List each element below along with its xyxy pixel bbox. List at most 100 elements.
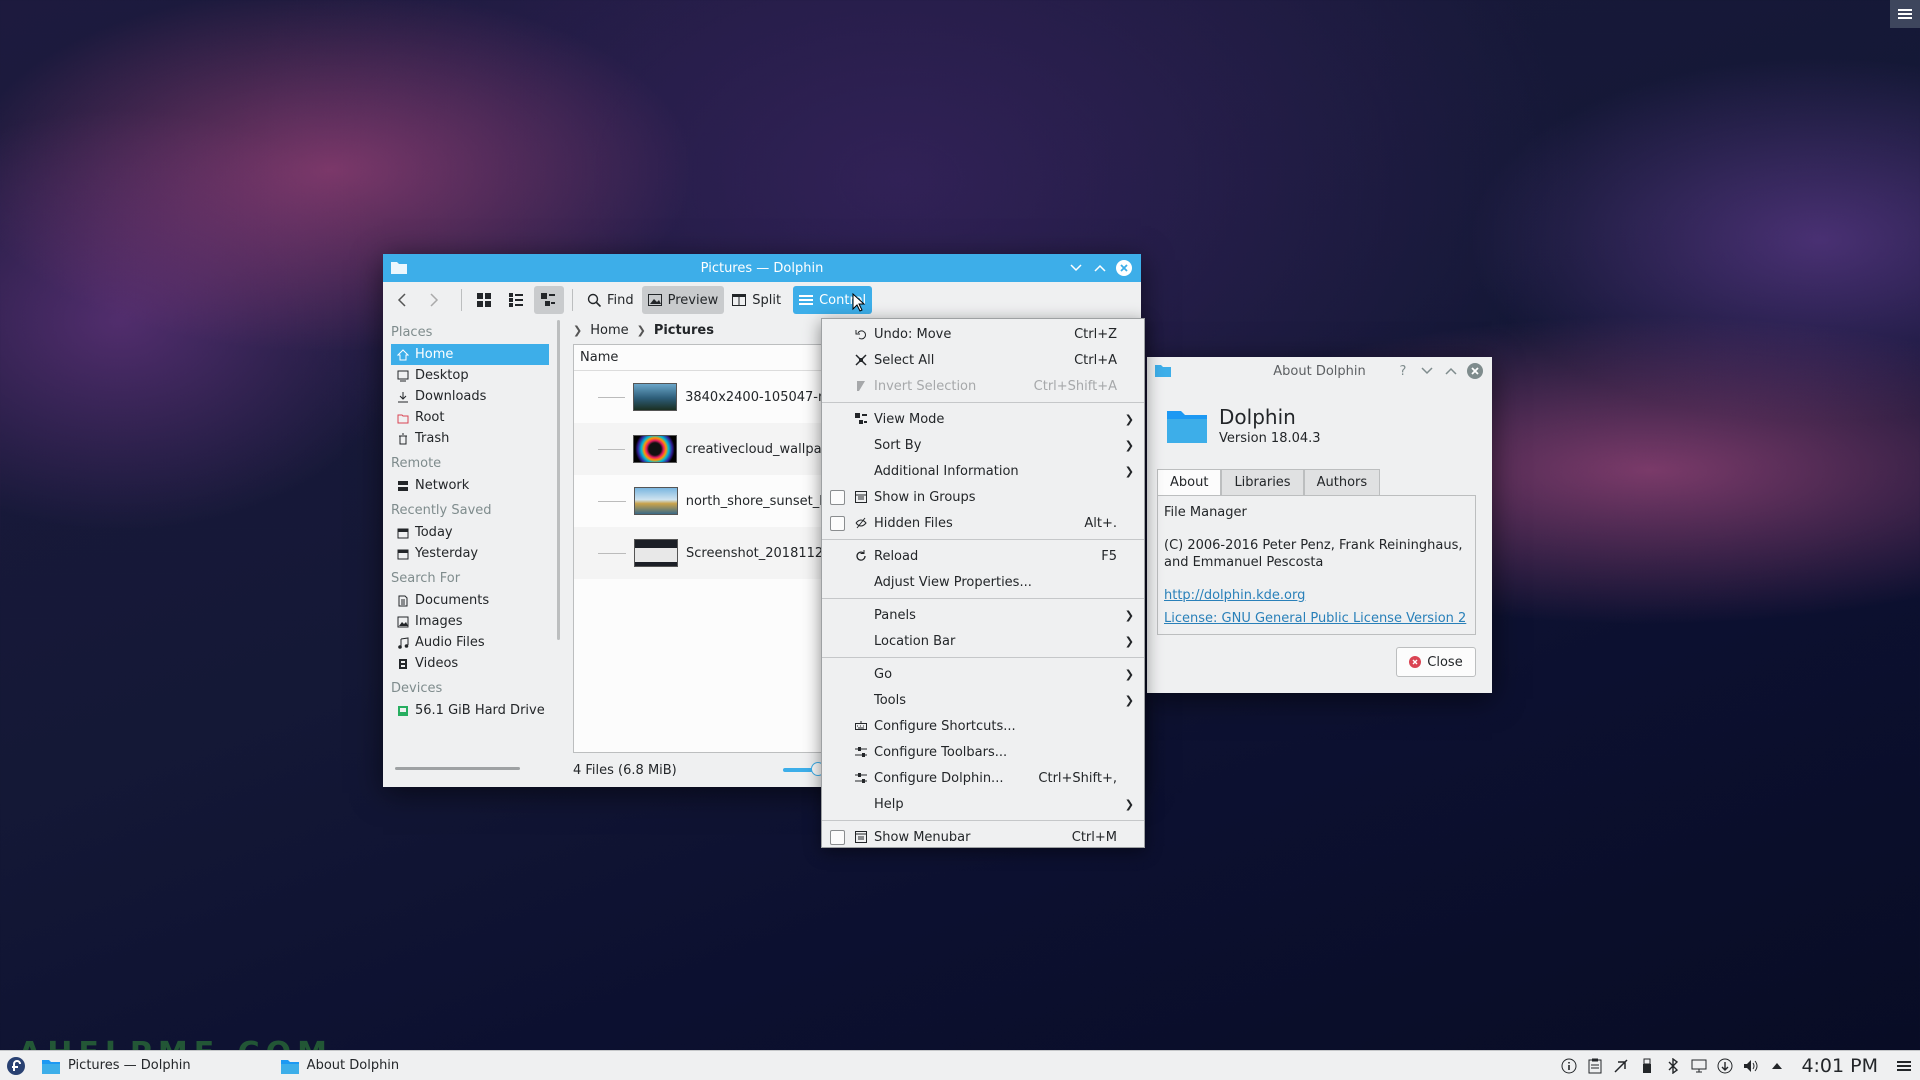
- places-scrollbar[interactable]: [557, 320, 560, 640]
- app-launcher-button[interactable]: [0, 1051, 32, 1080]
- breadcrumb-current[interactable]: Pictures: [654, 323, 714, 338]
- help-button[interactable]: ?: [1394, 362, 1412, 380]
- tree-branch-line: [598, 552, 626, 554]
- updates-icon[interactable]: [1717, 1058, 1733, 1074]
- places-item-downloads[interactable]: Downloads: [391, 386, 549, 407]
- panel-menu-icon[interactable]: [1896, 1058, 1912, 1074]
- places-item-today[interactable]: Today: [391, 522, 549, 543]
- tab-authors[interactable]: Authors: [1303, 469, 1381, 495]
- back-button[interactable]: [391, 286, 421, 314]
- usb-device-icon[interactable]: [1639, 1058, 1655, 1074]
- close-button[interactable]: [1115, 259, 1133, 277]
- menu-item-label: Panels: [874, 607, 916, 623]
- file-row[interactable]: 3840x2400-105047-m: [574, 371, 826, 423]
- about-close-button[interactable]: Close: [1396, 647, 1476, 677]
- menu-item-configure-shortcuts[interactable]: Configure Shortcuts...: [822, 713, 1144, 739]
- details-view-button[interactable]: [534, 286, 564, 314]
- kde-connect-icon[interactable]: [1613, 1058, 1629, 1074]
- task-about-dolphin[interactable]: About Dolphin: [271, 1051, 410, 1080]
- menu-item-label: Configure Toolbars...: [874, 744, 1008, 760]
- places-item-trash[interactable]: Trash: [391, 428, 549, 449]
- places-horizontal-scrollbar[interactable]: [395, 767, 520, 770]
- forward-button[interactable]: [423, 286, 453, 314]
- file-view[interactable]: Name 3840x2400-105047-m creativecloud_wa…: [573, 344, 827, 753]
- tray-expand-icon[interactable]: [1769, 1058, 1785, 1074]
- menu-item-view-mode[interactable]: View Mode ❯: [822, 406, 1144, 432]
- menu-item-configure-toolbars[interactable]: Configure Toolbars...: [822, 739, 1144, 765]
- license-link[interactable]: License: GNU General Public License Vers…: [1164, 610, 1469, 627]
- bluetooth-icon[interactable]: [1665, 1058, 1681, 1074]
- website-link[interactable]: http://dolphin.kde.org: [1164, 587, 1469, 604]
- show-menubar-checkbox[interactable]: [830, 829, 845, 845]
- places-item-images[interactable]: Images: [391, 611, 549, 632]
- preview-button[interactable]: Preview: [641, 286, 725, 314]
- split-button[interactable]: Split: [726, 286, 787, 314]
- status-text: 4 Files (6.8 MiB): [573, 762, 677, 778]
- menu-item-hidden-files[interactable]: Hidden Files Alt+.: [822, 510, 1144, 536]
- clock[interactable]: 4:01 PM: [1801, 1055, 1878, 1077]
- clipboard-icon[interactable]: [1587, 1058, 1603, 1074]
- menu-item-location-bar[interactable]: Location Bar ❯: [822, 628, 1144, 654]
- places-item-documents[interactable]: Documents: [391, 590, 549, 611]
- close-button[interactable]: [1466, 362, 1484, 380]
- places-panel: Places Home Desktop Downloads Root Trash…: [383, 318, 557, 773]
- menu-item-adjust-view-properties[interactable]: Adjust View Properties...: [822, 569, 1144, 595]
- menu-item-label: Location Bar: [874, 633, 956, 649]
- breadcrumb-home[interactable]: Home: [590, 323, 628, 338]
- menu-item-show-menubar[interactable]: Show Menubar Ctrl+M: [822, 824, 1144, 850]
- menu-item-undo[interactable]: Undo: Move Ctrl+Z: [822, 321, 1144, 347]
- network-icon[interactable]: [1691, 1058, 1707, 1074]
- find-button[interactable]: Find: [581, 286, 640, 314]
- places-item-root[interactable]: Root: [391, 407, 549, 428]
- places-item-network[interactable]: Network: [391, 475, 549, 496]
- column-header-name[interactable]: Name: [574, 345, 826, 371]
- menu-item-tools[interactable]: Tools ❯: [822, 687, 1144, 713]
- undo-icon: [854, 327, 868, 341]
- tree-branch-line: [598, 448, 626, 450]
- menu-item-configure-dolphin[interactable]: Configure Dolphin... Ctrl+Shift+,: [822, 765, 1144, 791]
- close-label: Close: [1427, 654, 1463, 670]
- menu-item-select-all[interactable]: Select All Ctrl+A: [822, 347, 1144, 373]
- places-item-videos[interactable]: Videos: [391, 653, 549, 674]
- places-item-audio-files[interactable]: Audio Files: [391, 632, 549, 653]
- chevron-right-icon: ❯: [1124, 608, 1134, 622]
- show-in-groups-checkbox[interactable]: [830, 489, 845, 505]
- desktop-toolbox-button[interactable]: [1890, 0, 1920, 28]
- tab-about[interactable]: About: [1157, 469, 1222, 495]
- file-row[interactable]: creativecloud_wallpap: [574, 423, 826, 475]
- maximize-button[interactable]: [1442, 362, 1460, 380]
- tab-libraries[interactable]: Libraries: [1221, 469, 1304, 495]
- task-pictures-dolphin[interactable]: Pictures — Dolphin: [32, 1051, 201, 1080]
- dolphin-titlebar[interactable]: Pictures — Dolphin: [383, 254, 1141, 282]
- folder-icon: [280, 1059, 299, 1074]
- hamburger-icon: [799, 295, 814, 305]
- file-row[interactable]: Screenshot_2018112: [574, 527, 826, 579]
- menu-item-panels[interactable]: Panels ❯: [822, 602, 1144, 628]
- minimize-button[interactable]: [1418, 362, 1436, 380]
- menu-item-help[interactable]: Help ❯: [822, 791, 1144, 817]
- places-item-yesterday[interactable]: Yesterday: [391, 543, 549, 564]
- menu-item-invert-selection[interactable]: Invert Selection Ctrl+Shift+A: [822, 373, 1144, 399]
- app-description: File Manager: [1164, 505, 1247, 520]
- menu-item-additional-information[interactable]: Additional Information ❯: [822, 458, 1144, 484]
- menu-item-go[interactable]: Go ❯: [822, 661, 1144, 687]
- volume-icon[interactable]: [1743, 1058, 1759, 1074]
- menu-item-reload[interactable]: Reload F5: [822, 543, 1144, 569]
- menu-item-sort-by[interactable]: Sort By ❯: [822, 432, 1144, 458]
- minimize-button[interactable]: [1067, 259, 1085, 277]
- places-item-label: Downloads: [415, 389, 487, 404]
- places-item-hard-drive[interactable]: 56.1 GiB Hard Drive: [391, 700, 549, 721]
- places-item-desktop[interactable]: Desktop: [391, 365, 549, 386]
- compact-view-button[interactable]: [502, 286, 532, 314]
- icons-view-button[interactable]: [470, 286, 500, 314]
- places-item-label: Desktop: [415, 368, 469, 383]
- maximize-button[interactable]: [1091, 259, 1109, 277]
- menu-item-show-in-groups[interactable]: Show in Groups: [822, 484, 1144, 510]
- file-row[interactable]: north_shore_sunset_b: [574, 475, 826, 527]
- about-titlebar[interactable]: About Dolphin ?: [1147, 357, 1492, 385]
- info-icon[interactable]: [1561, 1058, 1577, 1074]
- menu-item-shortcut: Ctrl+Shift+A: [1033, 378, 1117, 394]
- places-item-home[interactable]: Home: [391, 344, 549, 365]
- hidden-files-checkbox[interactable]: [830, 515, 845, 531]
- copyright-text: (C) 2006-2016 Peter Penz, Frank Reiningh…: [1164, 538, 1463, 570]
